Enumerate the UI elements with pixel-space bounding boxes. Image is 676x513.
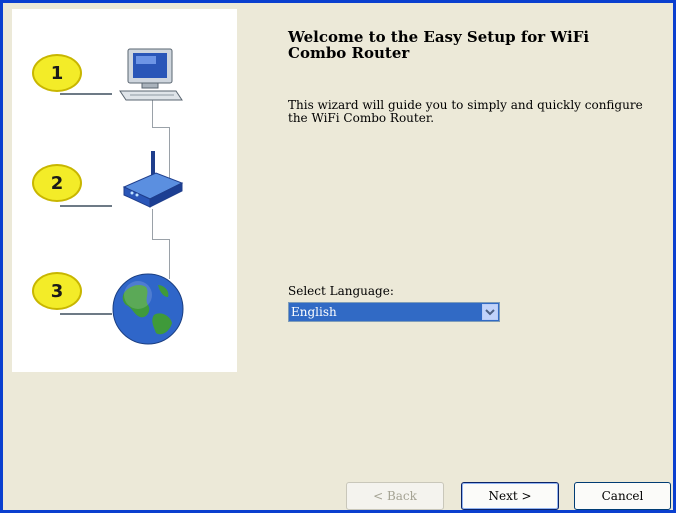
connector-line [152,239,169,240]
language-label: Select Language: [288,284,394,298]
computer-icon [119,48,183,101]
chevron-down-icon[interactable] [482,304,498,320]
step-number: 1 [50,62,64,84]
language-select[interactable]: English [288,302,500,322]
steps-illustration-panel: 1 2 3 [12,9,237,372]
next-button[interactable]: Next > [461,482,559,510]
step-underline [60,313,112,315]
step-number: 3 [50,280,64,302]
wizard-title: Welcome to the Easy Setup for WiFi Combo… [288,28,590,62]
step-1-badge: 1 [32,54,82,92]
setup-wizard-window: 1 2 3 Welcome to the Easy Setup for WiFi… [0,0,676,513]
router-icon [122,151,184,208]
step-underline [60,93,112,95]
connector-line [152,209,153,239]
language-selected-value: English [291,305,337,319]
cancel-button[interactable]: Cancel [574,482,671,510]
back-button[interactable]: < Back [346,482,444,510]
wizard-intro-text: This wizard will guide you to simply and… [288,98,643,125]
globe-icon [112,273,184,345]
connector-line [152,127,169,128]
step-3-badge: 3 [32,272,82,310]
step-number: 2 [50,172,64,194]
step-2-badge: 2 [32,164,82,202]
step-underline [60,205,112,207]
